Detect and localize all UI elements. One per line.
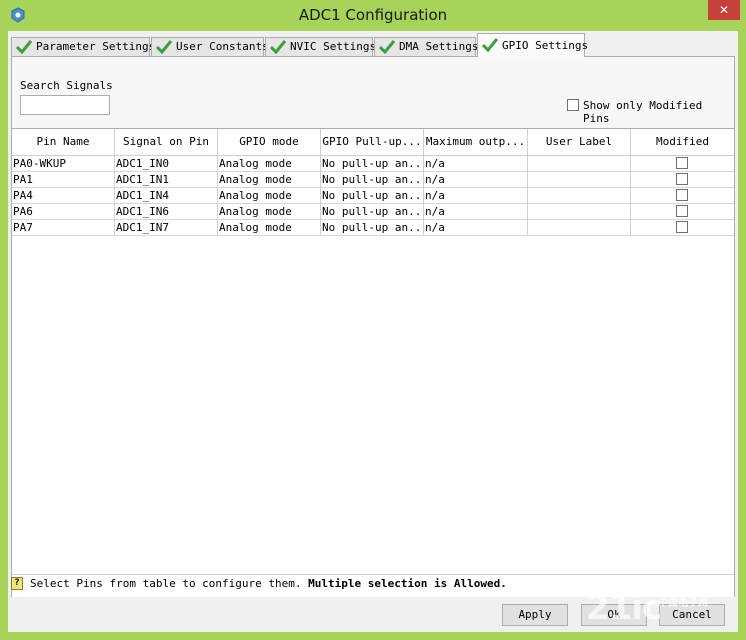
dialog-client: Parameter Settings User Constants NVIC S… bbox=[8, 31, 738, 632]
gpio-settings-panel: Search Signals Show only Modified Pins ▲… bbox=[11, 56, 735, 597]
modified-checkbox[interactable] bbox=[676, 157, 688, 169]
column-header-pin-name[interactable]: ▲ Pin Name bbox=[12, 129, 115, 155]
cell-modified bbox=[631, 156, 734, 171]
cell-signal: ADC1_IN6 bbox=[115, 204, 218, 219]
check-icon bbox=[378, 40, 396, 55]
column-header-pull[interactable]: GPIO Pull-up... bbox=[321, 129, 424, 155]
status-text: Select Pins from table to configure them… bbox=[30, 575, 507, 593]
tab-label: User Constants bbox=[176, 40, 269, 53]
check-icon bbox=[269, 40, 287, 55]
cell-pull: No pull-up an... bbox=[322, 220, 424, 235]
cell-pin: PA1 bbox=[12, 172, 115, 187]
cell-modified bbox=[631, 188, 734, 203]
cell-modified bbox=[631, 172, 734, 187]
column-header-modified[interactable]: Modified bbox=[631, 129, 734, 155]
window-title: ADC1 Configuration bbox=[298, 6, 448, 24]
table-row[interactable]: PA7 ADC1_IN7 Analog mode No pull-up an..… bbox=[12, 220, 734, 236]
cell-pin: PA7 bbox=[12, 220, 115, 235]
sort-ascending-icon: ▲ bbox=[59, 129, 64, 131]
cell-modified bbox=[631, 204, 734, 219]
status-message: Select Pins from table to configure them… bbox=[30, 577, 309, 590]
table-header: ▲ Pin Name Signal on Pin GPIO mode GPIO … bbox=[12, 129, 734, 156]
cell-signal: ADC1_IN0 bbox=[115, 156, 218, 171]
tab-nvic-settings[interactable]: NVIC Settings bbox=[265, 37, 377, 56]
check-icon bbox=[15, 40, 33, 55]
status-emphasis: Multiple selection is Allowed. bbox=[308, 577, 507, 590]
modified-checkbox[interactable] bbox=[676, 189, 688, 201]
pin-table: ▲ Pin Name Signal on Pin GPIO mode GPIO … bbox=[12, 128, 734, 597]
table-row[interactable]: PA4 ADC1_IN4 Analog mode No pull-up an..… bbox=[12, 188, 734, 204]
cell-signal: ADC1_IN1 bbox=[115, 172, 218, 187]
cell-pull: No pull-up an... bbox=[322, 156, 424, 171]
title-bar[interactable]: ADC1 Configuration ✕ bbox=[0, 0, 746, 30]
column-header-gpio-mode[interactable]: GPIO mode bbox=[218, 129, 321, 155]
cell-modified bbox=[631, 220, 734, 235]
close-button[interactable]: ✕ bbox=[708, 0, 740, 20]
cell-mode: Analog mode bbox=[218, 172, 321, 187]
modified-checkbox[interactable] bbox=[676, 221, 688, 233]
cell-pull: No pull-up an... bbox=[322, 172, 424, 187]
tab-label: DMA Settings bbox=[399, 40, 479, 53]
tab-gpio-settings[interactable]: GPIO Settings bbox=[477, 33, 589, 57]
tab-label: Parameter Settings bbox=[36, 40, 156, 53]
close-icon: ✕ bbox=[718, 3, 730, 17]
table-row[interactable]: PA1 ADC1_IN1 Analog mode No pull-up an..… bbox=[12, 172, 734, 188]
dialog-window: ADC1 Configuration ✕ Parameter Settings … bbox=[0, 0, 746, 640]
ok-button[interactable]: Ok bbox=[581, 604, 647, 626]
tab-parameter-settings[interactable]: Parameter Settings bbox=[11, 37, 155, 56]
cell-mode: Analog mode bbox=[218, 204, 321, 219]
modified-checkbox[interactable] bbox=[676, 205, 688, 217]
cell-user-label[interactable] bbox=[528, 188, 631, 203]
help-icon: ? bbox=[11, 577, 23, 590]
column-header-signal[interactable]: Signal on Pin bbox=[115, 129, 218, 155]
tab-dma-settings[interactable]: DMA Settings bbox=[374, 37, 479, 56]
cancel-button[interactable]: Cancel bbox=[659, 604, 725, 626]
table-row[interactable]: PA0-WKUP ADC1_IN0 Analog mode No pull-up… bbox=[12, 156, 734, 172]
cell-user-label[interactable] bbox=[528, 204, 631, 219]
column-label: Pin Name bbox=[36, 135, 90, 148]
search-signals-label: Search Signals bbox=[20, 79, 113, 92]
cell-pin: PA6 bbox=[12, 204, 115, 219]
check-icon bbox=[155, 40, 173, 55]
cell-signal: ADC1_IN7 bbox=[115, 220, 218, 235]
cell-signal: ADC1_IN4 bbox=[115, 188, 218, 203]
cell-max-output: n/a bbox=[424, 220, 528, 235]
cell-max-output: n/a bbox=[424, 188, 528, 203]
cell-mode: Analog mode bbox=[218, 220, 321, 235]
cell-max-output: n/a bbox=[424, 204, 528, 219]
cell-pull: No pull-up an... bbox=[322, 188, 424, 203]
tab-label: NVIC Settings bbox=[290, 40, 377, 53]
cell-pull: No pull-up an... bbox=[322, 204, 424, 219]
cell-pin: PA4 bbox=[12, 188, 115, 203]
status-bar: ? Select Pins from table to configure th… bbox=[10, 574, 734, 593]
cell-mode: Analog mode bbox=[218, 188, 321, 203]
apply-button[interactable]: Apply bbox=[502, 604, 568, 626]
cell-max-output: n/a bbox=[424, 156, 528, 171]
cell-user-label[interactable] bbox=[528, 220, 631, 235]
show-modified-checkbox[interactable] bbox=[567, 99, 579, 111]
cell-pin: PA0-WKUP bbox=[12, 156, 115, 171]
column-header-max-output[interactable]: Maximum outp... bbox=[424, 129, 528, 155]
check-icon bbox=[481, 38, 499, 53]
cell-user-label[interactable] bbox=[528, 156, 631, 171]
show-modified-label: Show only Modified Pins bbox=[583, 99, 703, 125]
cell-max-output: n/a bbox=[424, 172, 528, 187]
tab-label: GPIO Settings bbox=[502, 39, 589, 52]
cell-mode: Analog mode bbox=[218, 156, 321, 171]
search-signals-input[interactable] bbox=[20, 95, 110, 115]
modified-checkbox[interactable] bbox=[676, 173, 688, 185]
tab-user-constants[interactable]: User Constants bbox=[151, 37, 269, 56]
cell-user-label[interactable] bbox=[528, 172, 631, 187]
table-row[interactable]: PA6 ADC1_IN6 Analog mode No pull-up an..… bbox=[12, 204, 734, 220]
column-header-user-label[interactable]: User Label bbox=[528, 129, 631, 155]
